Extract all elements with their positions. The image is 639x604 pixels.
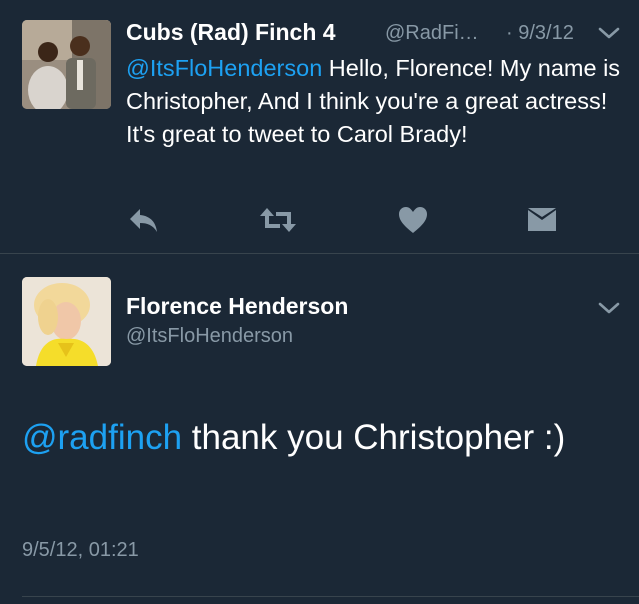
retweet-icon — [260, 208, 296, 232]
direct-message-icon — [528, 208, 556, 231]
direct-message-button[interactable] — [522, 200, 562, 240]
main-mention-link[interactable]: @radfinch — [22, 418, 182, 457]
reply-tweet-header: Cubs (Rad) Finch 4 @RadFi… · 9/3/12 — [126, 16, 626, 48]
reply-tweet-text: @ItsFloHenderson Hello, Florence! My nam… — [126, 52, 626, 151]
reply-tweet-menu-button[interactable] — [596, 24, 622, 42]
main-author-avatar[interactable] — [22, 277, 111, 366]
main-author-handle[interactable]: @ItsFloHenderson — [126, 321, 293, 351]
reply-author-name[interactable]: Cubs (Rad) Finch 4 — [126, 16, 336, 48]
reply-author-handle[interactable]: @RadFi… — [385, 18, 479, 48]
avatar-photo-icon — [22, 277, 111, 366]
reply-tweet[interactable]: Cubs (Rad) Finch 4 @RadFi… · 9/3/12 @Its… — [0, 0, 639, 253]
chevron-down-icon — [598, 27, 620, 39]
like-button[interactable] — [393, 200, 433, 240]
main-tweet-timestamp: 9/5/12, 01:21 — [22, 539, 139, 561]
reply-tweet-date: · 9/3/12 — [506, 22, 574, 44]
tweet-divider — [0, 253, 639, 254]
retweet-button[interactable] — [258, 200, 298, 240]
reply-icon — [130, 209, 157, 232]
bottom-divider — [22, 596, 639, 597]
chevron-down-icon — [598, 302, 620, 314]
main-tweet-text: @radfinch thank you Christopher :) — [22, 410, 622, 466]
reply-author-avatar[interactable] — [22, 20, 111, 109]
main-author-name[interactable]: Florence Henderson — [126, 290, 348, 322]
reply-tweet-actions — [0, 200, 639, 240]
main-tweet-menu-button[interactable] — [596, 299, 622, 317]
like-icon — [399, 207, 427, 233]
avatar-photo-icon — [22, 20, 111, 109]
main-tweet-body-text: thank you Christopher :) — [182, 418, 566, 457]
tweet-thread-view: Cubs (Rad) Finch 4 @RadFi… · 9/3/12 @Its… — [0, 0, 639, 604]
reply-button[interactable] — [124, 200, 164, 240]
reply-mention-link[interactable]: @ItsFloHenderson — [126, 55, 322, 81]
